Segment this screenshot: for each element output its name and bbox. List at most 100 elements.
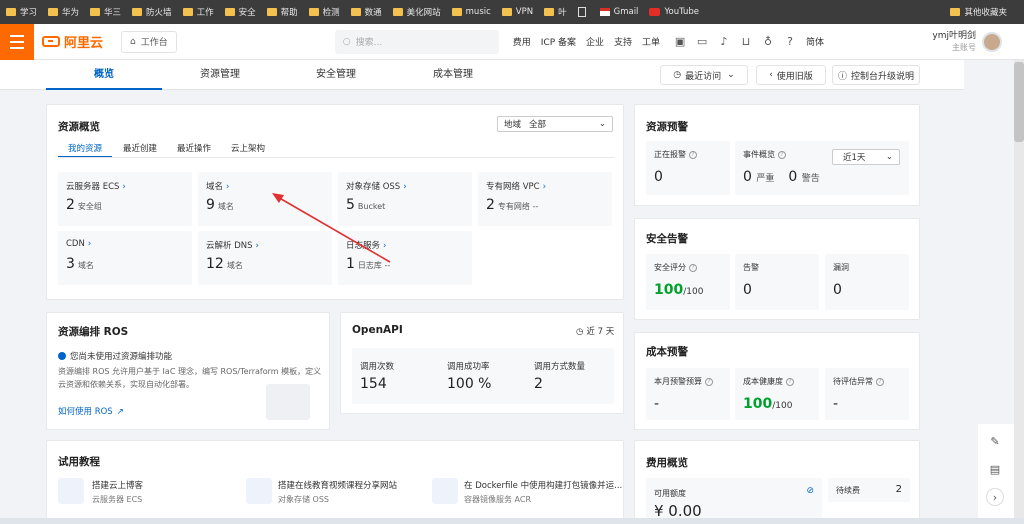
cloudshell-icon[interactable]: ▣ bbox=[670, 32, 690, 52]
time-range-select[interactable]: 近1天 ⌄ bbox=[832, 149, 900, 165]
bookmark-item[interactable]: 检测 bbox=[308, 6, 340, 18]
chevron-right-icon: › bbox=[122, 182, 126, 192]
resource-tile-vpc[interactable]: 专有网络 VPC › 2 专有网络 -- bbox=[478, 172, 612, 226]
container-icon bbox=[432, 478, 458, 504]
cart-icon[interactable]: ⊔ bbox=[736, 32, 756, 52]
cost-alert-title: 成本预警 bbox=[646, 346, 688, 358]
sub-navigation: 概览 资源管理 安全管理 成本管理 ◷ 最近访问 ⌄ ‹ 使用旧版 ⓘ 控制台升级说明 bbox=[0, 60, 964, 90]
tab-my-resources[interactable]: 我的资源 bbox=[68, 142, 102, 154]
gmail-icon bbox=[599, 8, 610, 16]
clock-icon: ◷ bbox=[576, 327, 584, 337]
cost-health-pill: 成本健康度? 100/100 bbox=[735, 368, 819, 420]
other-bookmarks[interactable]: 其他收藏夹 bbox=[950, 6, 1007, 18]
scrollbar-thumb[interactable] bbox=[1014, 62, 1024, 142]
ros-link[interactable]: 如何使用 ROS ↗ bbox=[58, 405, 124, 417]
metric-label: 调用次数 bbox=[360, 362, 395, 372]
tutorial-item-title[interactable]: 在 Dockerfile 中使用构建打包镜像并运... bbox=[464, 479, 622, 491]
bookmark-item[interactable] bbox=[577, 7, 589, 17]
user-menu[interactable]: ymj叶明剑 主账号 bbox=[932, 31, 1002, 53]
old-version-button[interactable]: ‹ 使用旧版 bbox=[756, 65, 826, 85]
resource-tile-cdn[interactable]: CDN › 3 域名 bbox=[58, 231, 192, 285]
tutorial-item-title[interactable]: 搭建云上博客 bbox=[92, 479, 143, 491]
external-link-icon: ↗ bbox=[116, 407, 124, 417]
nav-support[interactable]: 支持 bbox=[614, 35, 632, 48]
folder-icon bbox=[544, 8, 555, 16]
menu-button[interactable] bbox=[0, 23, 34, 60]
metric-value: 2 bbox=[534, 376, 543, 392]
aliyun-logo[interactable]: 阿里云 bbox=[42, 32, 103, 51]
tutorial-item-title[interactable]: 搭建在线教育视频课程分享网站 bbox=[278, 479, 397, 491]
help-icon: ? bbox=[786, 377, 794, 386]
floating-toolbar: ✎ ▤ › bbox=[978, 424, 1014, 524]
folder-icon bbox=[392, 8, 403, 16]
feedback-icon[interactable]: ▤ bbox=[986, 460, 1004, 478]
image-icon[interactable]: ▭ bbox=[692, 32, 712, 52]
bell-icon[interactable]: ♪ bbox=[714, 32, 734, 52]
bookmark-item[interactable]: 华为 bbox=[48, 6, 79, 18]
nav-ticket[interactable]: 工单 bbox=[642, 35, 660, 48]
folder-icon bbox=[182, 8, 193, 16]
folder-icon bbox=[132, 8, 143, 16]
tab-overview[interactable]: 概览 bbox=[46, 60, 162, 90]
help-icon[interactable]: ? bbox=[780, 32, 800, 52]
resource-alert-title: 资源预警 bbox=[646, 121, 688, 133]
bulb-icon[interactable]: ♁ bbox=[758, 32, 778, 52]
fee-overview-title: 费用概览 bbox=[646, 457, 688, 469]
bookmark-item[interactable]: 学习 bbox=[6, 6, 37, 18]
edit-icon[interactable]: ✎ bbox=[986, 432, 1004, 450]
workspace-button[interactable]: ⌂ 工作台 bbox=[121, 30, 177, 53]
home-icon: ⌂ bbox=[130, 36, 136, 47]
help-icon: ? bbox=[705, 377, 713, 386]
tab-recent-created[interactable]: 最近创建 bbox=[123, 142, 157, 154]
bookmark-item[interactable]: 华三 bbox=[90, 6, 121, 18]
region-select[interactable]: 地域 全部 ⌄ bbox=[497, 116, 613, 132]
metric-label: 调用成功率 bbox=[447, 362, 490, 372]
chevron-left-icon: ‹ bbox=[769, 70, 773, 80]
security-alert-title: 安全告警 bbox=[646, 233, 688, 245]
bookmark-item[interactable]: music bbox=[451, 7, 491, 17]
tab-recent-operations[interactable]: 最近操作 bbox=[177, 142, 211, 154]
chevron-down-icon: ⌄ bbox=[885, 152, 893, 162]
chevron-down-icon: ⌄ bbox=[727, 70, 735, 80]
bookmark-item[interactable]: 安全 bbox=[224, 6, 256, 18]
nav-fee[interactable]: 费用 bbox=[513, 35, 531, 48]
ros-title: 资源编排 ROS bbox=[58, 326, 129, 338]
nav-icp[interactable]: ICP 备案 bbox=[541, 35, 576, 48]
help-icon: ? bbox=[876, 377, 884, 386]
divider bbox=[58, 157, 614, 158]
info-icon bbox=[58, 352, 66, 360]
bookmark-youtube[interactable]: YouTube bbox=[649, 7, 699, 17]
tab-cost-management[interactable]: 成本管理 bbox=[433, 60, 473, 90]
bookmark-item[interactable]: 叶 bbox=[544, 6, 567, 18]
help-icon: ? bbox=[689, 150, 697, 159]
folder-icon bbox=[501, 8, 512, 16]
bookmark-item[interactable]: 美化网站 bbox=[392, 6, 441, 18]
metric-label: 调用方式数量 bbox=[534, 362, 586, 372]
chevron-right-icon: › bbox=[87, 239, 92, 249]
alert-pill: 正在报警? 0 bbox=[646, 141, 730, 195]
bookmark-gmail[interactable]: Gmail bbox=[599, 7, 638, 17]
tab-cloud-architecture[interactable]: 云上架构 bbox=[231, 142, 265, 154]
search-icon: ○ bbox=[342, 36, 351, 47]
bookmark-item[interactable]: 防火墙 bbox=[132, 6, 172, 18]
bookmark-item[interactable]: 工作 bbox=[182, 6, 214, 18]
bookmark-item[interactable]: 帮助 bbox=[266, 6, 298, 18]
pending-renewal-pill[interactable]: 待续费 2 bbox=[828, 478, 910, 502]
bookmark-item[interactable]: VPN bbox=[501, 7, 533, 17]
tab-resource-management[interactable]: 资源管理 bbox=[200, 60, 240, 90]
resource-tile-ecs[interactable]: 云服务器 ECS › 2 安全组 bbox=[58, 172, 192, 226]
avatar[interactable] bbox=[982, 31, 1002, 52]
tutorial-item-sub: 对象存储 OSS bbox=[278, 495, 329, 504]
upgrade-info-button[interactable]: ⓘ 控制台升级说明 bbox=[832, 65, 920, 85]
tab-security-management[interactable]: 安全管理 bbox=[316, 60, 356, 90]
ros-notice: 您尚未使用过资源编排功能 bbox=[70, 352, 173, 362]
folder-icon bbox=[90, 8, 101, 16]
bookmark-item[interactable]: 数通 bbox=[350, 6, 382, 18]
recent-visits-button[interactable]: ◷ 最近访问 ⌄ bbox=[660, 65, 748, 85]
search-input[interactable]: ○ 搜索... bbox=[334, 29, 499, 54]
clock-icon: ◷ bbox=[673, 70, 682, 80]
nav-enterprise[interactable]: 企业 bbox=[586, 35, 604, 48]
language-switch[interactable]: 简体 bbox=[806, 35, 824, 48]
eye-hide-icon[interactable]: ⊘ bbox=[806, 486, 814, 496]
chevron-right-icon[interactable]: › bbox=[986, 488, 1004, 506]
